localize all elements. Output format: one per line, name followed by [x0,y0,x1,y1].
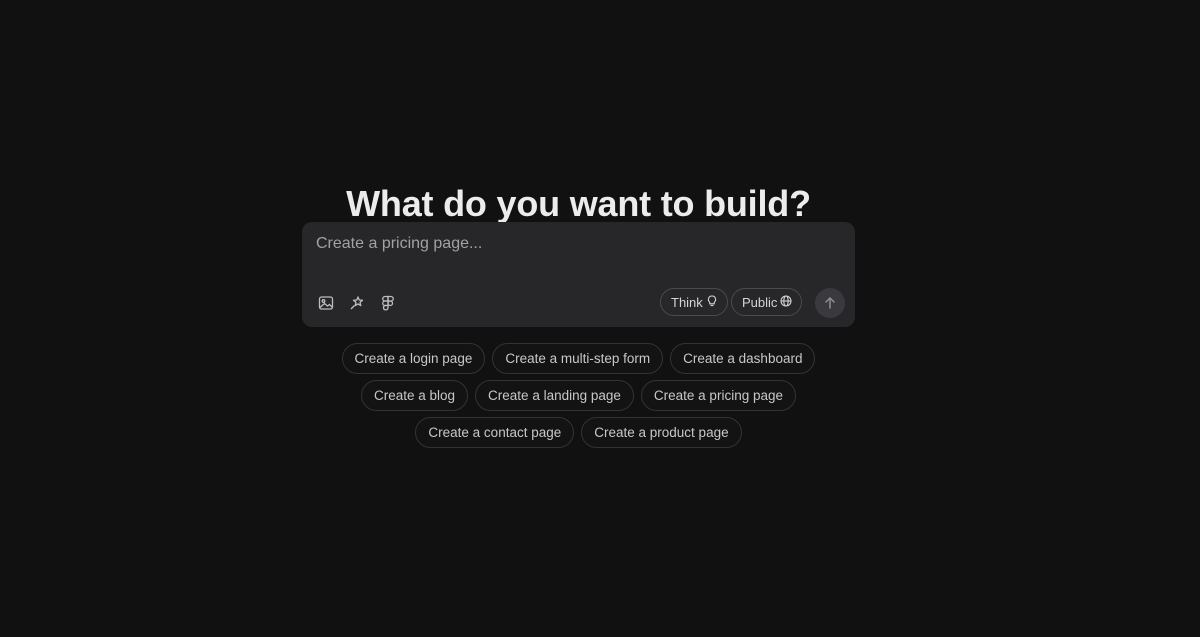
lightbulb-icon [706,294,718,310]
image-icon[interactable] [316,293,336,313]
globe-icon [780,294,792,310]
suggestion-list: Create a login page Create a multi-step … [302,343,855,448]
send-button[interactable] [815,288,845,318]
public-label: Public [742,294,778,310]
suggestion-row: Create a login page Create a multi-step … [341,343,816,374]
page: What do you want to build? Create a pric… [0,0,1200,637]
suggestion-chip-product-page[interactable]: Create a product page [581,417,742,448]
think-toggle[interactable]: Think [660,288,728,316]
figma-icon[interactable] [378,293,398,313]
suggestion-row: Create a contact page Create a product p… [415,417,742,448]
prompt-input[interactable] [302,222,855,282]
suggestion-chip-blog[interactable]: Create a blog [360,380,469,411]
prompt-composer: Think Public [302,222,855,327]
suggestion-chip-login[interactable]: Create a login page [341,343,486,374]
suggestion-chip-dashboard[interactable]: Create a dashboard [670,343,816,374]
arrow-up-icon [823,296,837,310]
page-title: What do you want to build? [346,183,811,225]
suggestion-row: Create a blog Create a landing page Crea… [360,380,796,411]
think-label: Think [671,294,703,310]
suggestion-chip-landing-page[interactable]: Create a landing page [475,380,634,411]
suggestion-chip-multi-step-form[interactable]: Create a multi-step form [492,343,664,374]
magic-wand-icon[interactable] [347,293,367,313]
public-toggle[interactable]: Public [731,288,803,316]
suggestion-chip-pricing-page[interactable]: Create a pricing page [640,380,796,411]
suggestion-chip-contact-page[interactable]: Create a contact page [415,417,575,448]
